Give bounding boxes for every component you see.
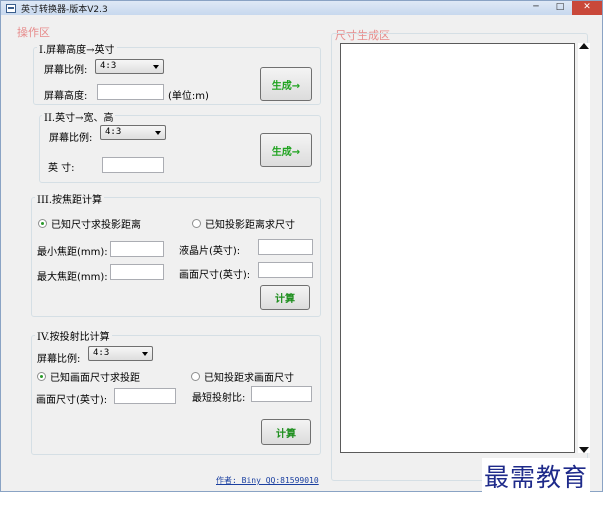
throw-ratio-label: 最短投射比:	[192, 393, 246, 404]
screen-ratio-value-2: 4:3	[105, 127, 122, 137]
section-inch-to-size-title: II.英寸→宽、高	[42, 109, 116, 124]
lcd-input[interactable]	[258, 239, 313, 255]
radio-known-distance-label: 已知投影距离求尺寸	[205, 220, 295, 231]
app-window: 英寸转换器-版本V2.3 ─ □ ✕ 操作区 尺寸生成区 I.屏幕高度→英寸 屏…	[0, 0, 603, 492]
max-focal-input[interactable]	[110, 264, 164, 280]
radio-known-screen-size-label: 已知画面尺寸求投距	[50, 373, 140, 384]
calc-focal-button[interactable]: 计算	[260, 285, 310, 310]
title-bar[interactable]: 英寸转换器-版本V2.3 ─ □ ✕	[1, 1, 602, 15]
operation-area-title: 操作区	[17, 26, 50, 39]
screen-ratio-value: 4:3	[100, 61, 117, 71]
calc-throw-button[interactable]: 计算	[261, 419, 311, 445]
section-throw-ratio-title: IV.按投射比计算	[35, 328, 112, 343]
screen-size-label-4: 画面尺寸(英寸):	[36, 395, 108, 406]
window-controls: ─ □ ✕	[524, 1, 602, 15]
screen-ratio-label: 屏幕比例:	[44, 65, 88, 76]
lcd-label: 液晶片(英寸):	[179, 246, 241, 257]
radio-known-distance[interactable]: 已知投影距离求尺寸	[192, 216, 295, 231]
watermark-text: 最需教育	[482, 458, 591, 494]
radio-known-size-label: 已知尺寸求投影距离	[51, 220, 141, 231]
screen-height-input[interactable]	[97, 84, 164, 100]
generate-inch-button[interactable]: 生成→	[260, 67, 312, 101]
min-focal-input[interactable]	[110, 241, 164, 257]
screen-size-input[interactable]	[258, 262, 313, 278]
radio-known-throw-distance[interactable]: 已知投距求画面尺寸	[191, 369, 294, 384]
section-height-to-inch-title: I.屏幕高度→英寸	[37, 41, 117, 56]
unit-label: (单位:m)	[168, 91, 209, 102]
inch-input[interactable]	[102, 157, 164, 173]
minimize-icon[interactable]: ─	[524, 1, 548, 15]
screen-ratio-value-4: 4:3	[93, 348, 110, 358]
app-icon	[6, 3, 16, 13]
size-output-textarea[interactable]	[340, 43, 575, 453]
author-link[interactable]: 作者: Biny QQ:81599010	[216, 475, 319, 486]
radio-known-throw-distance-label: 已知投距求画面尺寸	[204, 373, 294, 384]
screen-size-label: 画面尺寸(英寸):	[179, 270, 251, 281]
throw-ratio-input[interactable]	[251, 386, 312, 402]
screen-ratio-select-4[interactable]: 4:3	[88, 346, 153, 361]
main-content: 操作区 尺寸生成区 I.屏幕高度→英寸 屏幕比例: 4:3 屏幕高度: (单位:…	[5, 19, 596, 485]
scroll-down-icon[interactable]	[579, 447, 589, 453]
radio-dot-icon	[192, 219, 201, 228]
scroll-up-icon[interactable]	[579, 43, 589, 49]
radio-dot-icon	[37, 372, 46, 381]
inch-label: 英 寸:	[48, 163, 75, 174]
chevron-down-icon	[153, 65, 159, 69]
chevron-down-icon	[155, 131, 161, 135]
screen-ratio-select[interactable]: 4:3	[95, 59, 164, 74]
screen-ratio-label-2: 屏幕比例:	[49, 133, 93, 144]
min-focal-label: 最小焦距(mm):	[37, 247, 108, 258]
screen-ratio-label-4: 屏幕比例:	[37, 354, 81, 365]
screen-height-label: 屏幕高度:	[44, 91, 88, 102]
screen-size-input-4[interactable]	[114, 388, 176, 404]
maximize-icon[interactable]: □	[548, 1, 572, 15]
generate-size-button[interactable]: 生成→	[260, 133, 312, 167]
section-focal-calc-title: III.按焦距计算	[35, 191, 105, 206]
radio-dot-icon	[38, 219, 47, 228]
radio-known-size[interactable]: 已知尺寸求投影距离	[38, 216, 141, 231]
chevron-down-icon	[142, 352, 148, 356]
radio-known-screen-size[interactable]: 已知画面尺寸求投距	[37, 369, 140, 384]
screen-ratio-select-2[interactable]: 4:3	[100, 125, 166, 140]
close-icon[interactable]: ✕	[572, 1, 602, 15]
window-title: 英寸转换器-版本V2.3	[21, 4, 108, 15]
max-focal-label: 最大焦距(mm):	[37, 272, 108, 283]
radio-dot-icon	[191, 372, 200, 381]
output-scrollbar[interactable]	[578, 43, 590, 453]
